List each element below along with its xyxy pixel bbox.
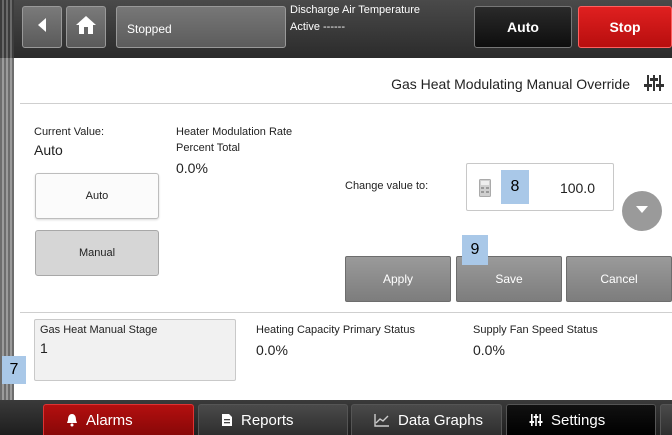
fan-speed-value: 0.0%	[473, 342, 505, 358]
tab-reports-label: Reports	[241, 411, 294, 429]
auto-button-label: Auto	[85, 190, 109, 202]
bottom-tab-bar: Alarms Reports Data Graphs Settings	[0, 400, 672, 435]
document-icon	[221, 413, 233, 427]
tab-settings[interactable]: Settings	[506, 404, 656, 435]
manual-button-label: Manual	[78, 247, 116, 259]
change-value-input[interactable]: 100.0	[525, 180, 595, 196]
save-label: Save	[495, 272, 523, 286]
auto-mode-label: Auto	[507, 19, 539, 35]
annotation-marker-8: 8	[501, 170, 529, 204]
home-button[interactable]	[66, 6, 106, 48]
annotation-marker-7: 7	[2, 356, 26, 384]
cancel-label: Cancel	[600, 272, 638, 286]
tab-reports[interactable]: Reports	[198, 404, 348, 435]
dropdown-button[interactable]	[622, 191, 662, 231]
rate-label-line-2: Percent Total	[176, 142, 241, 154]
calculator-icon[interactable]	[479, 179, 491, 197]
stage-label: Gas Heat Manual Stage	[40, 324, 158, 336]
sliders-icon	[529, 413, 543, 427]
left-sidebar-band	[0, 58, 14, 400]
cancel-button[interactable]: Cancel	[566, 256, 672, 302]
back-arrow-icon	[35, 16, 49, 39]
settings-sliders-icon	[644, 74, 664, 92]
page-title: Gas Heat Modulating Manual Override	[391, 76, 630, 92]
header-stripe	[0, 0, 14, 58]
tab-data-graphs-label: Data Graphs	[398, 411, 484, 429]
info-line-1: Discharge Air Temperature	[290, 4, 421, 16]
stop-button[interactable]: Stop	[578, 6, 672, 48]
fan-speed-label: Supply Fan Speed Status	[473, 324, 598, 336]
back-button[interactable]	[22, 6, 62, 48]
stop-label: Stop	[609, 19, 641, 35]
apply-label: Apply	[382, 272, 414, 286]
current-value: Auto	[34, 142, 63, 158]
tab-settings-label: Settings	[551, 411, 606, 429]
info-line-2: Active ------	[290, 21, 345, 33]
current-value-label: Current Value:	[34, 126, 105, 138]
tab-data-graphs[interactable]: Data Graphs	[351, 404, 502, 435]
rate-value: 0.0%	[176, 160, 208, 176]
chevron-down-icon	[634, 202, 650, 220]
auto-mode-button[interactable]: Auto	[474, 6, 572, 48]
capacity-value: 0.0%	[256, 342, 288, 358]
manual-stage-box[interactable]: Gas Heat Manual Stage 1	[34, 319, 236, 381]
auto-button[interactable]: Auto	[35, 173, 159, 219]
section-divider	[20, 312, 672, 313]
home-icon	[75, 15, 97, 40]
annotation-marker-9: 9	[462, 235, 488, 265]
apply-button[interactable]: Apply	[345, 256, 451, 302]
chart-icon	[374, 413, 390, 427]
change-value-field[interactable]: 100.0	[466, 163, 614, 211]
bell-icon	[66, 413, 78, 427]
manual-button[interactable]: Manual	[35, 230, 159, 276]
stage-value: 1	[40, 340, 48, 356]
status-info: Discharge Air Temperature Active ------	[290, 2, 470, 50]
change-value-label: Change value to:	[345, 180, 429, 192]
rate-label-line-1: Heater Modulation Rate	[176, 126, 293, 138]
title-row: Gas Heat Modulating Manual Override	[20, 62, 672, 104]
tab-alarms-label: Alarms	[86, 411, 133, 429]
tab-alarms[interactable]: Alarms	[43, 404, 194, 435]
top-bar: Stopped Discharge Air Temperature Active…	[0, 0, 672, 58]
unit-status: Stopped	[116, 6, 286, 48]
tab-more[interactable]	[660, 404, 672, 435]
capacity-label: Heating Capacity Primary Status	[256, 324, 415, 336]
unit-status-text: Stopped	[127, 22, 172, 36]
